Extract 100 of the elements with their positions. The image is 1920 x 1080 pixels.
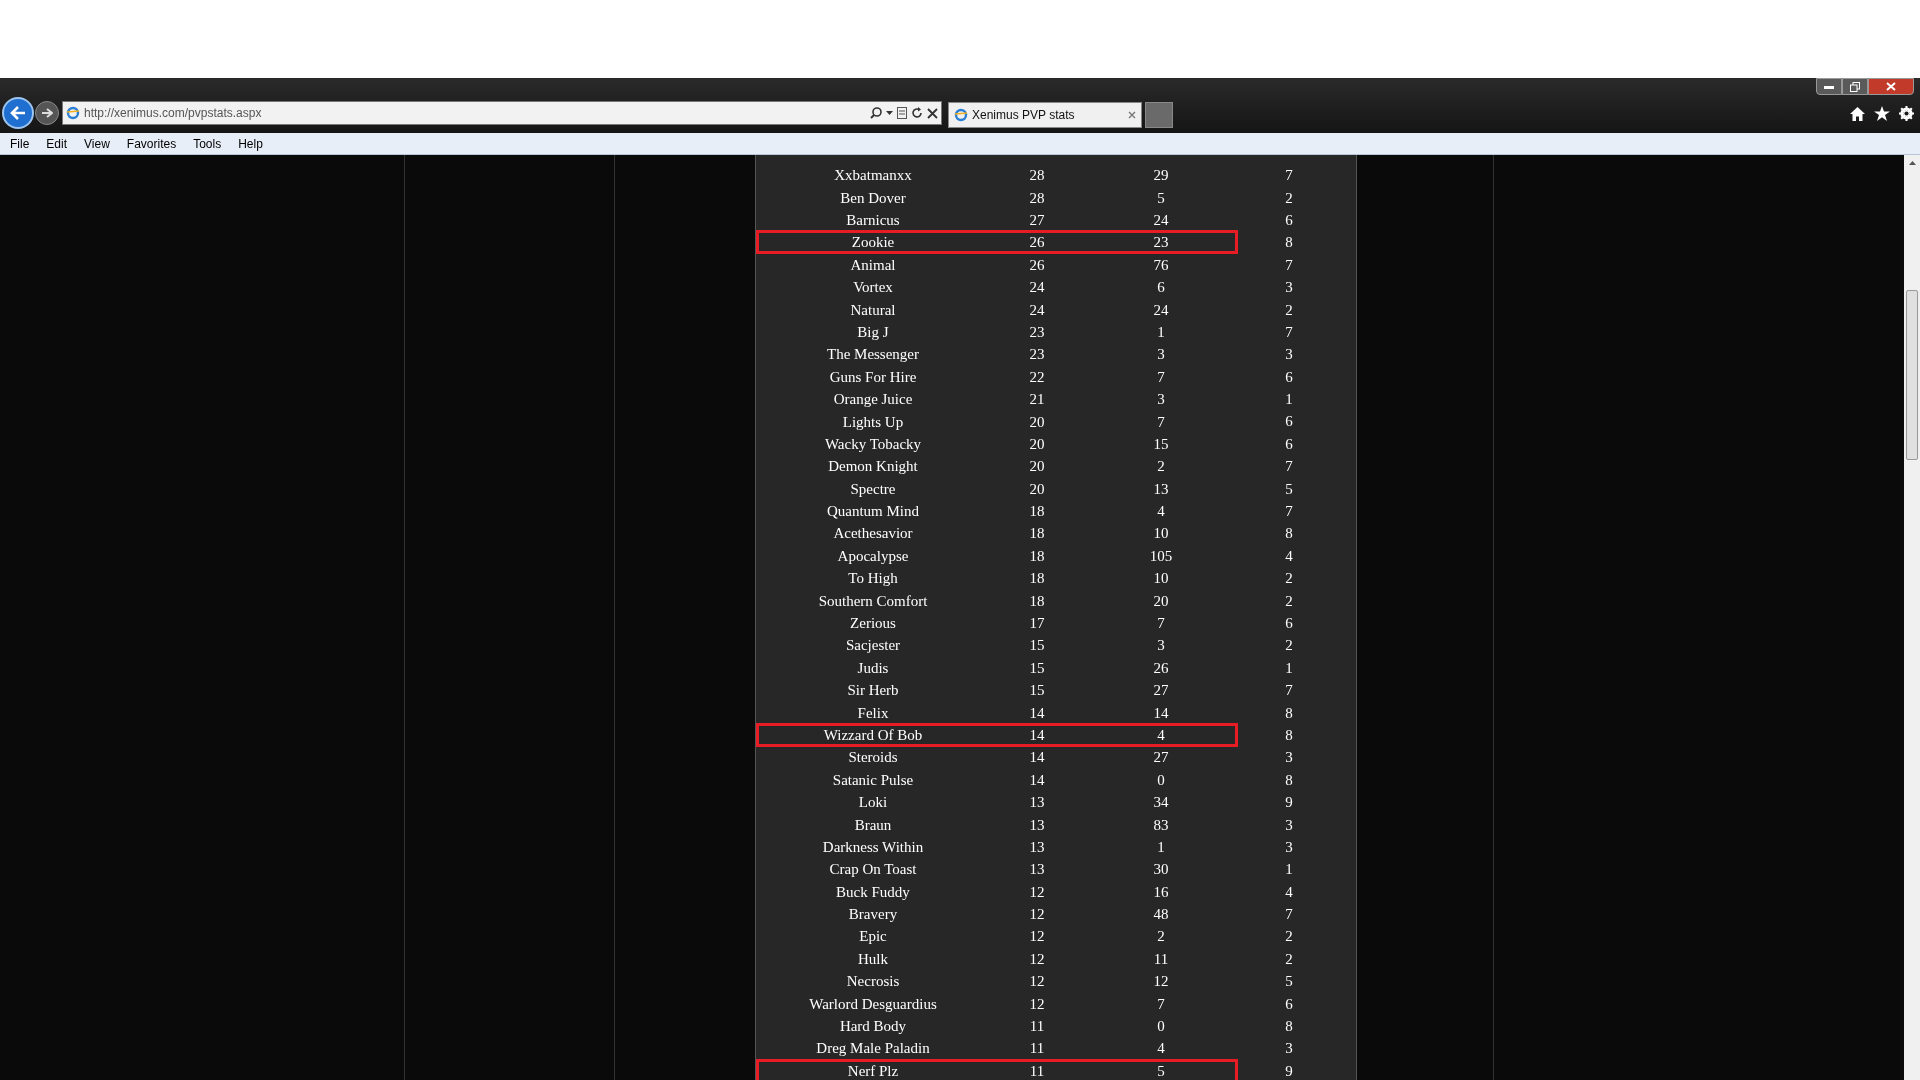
search-icon[interactable] bbox=[870, 107, 882, 119]
stat-value: 2 bbox=[1156, 928, 1166, 945]
home-icon[interactable] bbox=[1850, 106, 1865, 121]
player-name: Quantum Mind bbox=[825, 503, 921, 520]
stat-value: 3 bbox=[1156, 391, 1166, 408]
player-name: Spectre bbox=[849, 480, 897, 497]
stat-value: 28 bbox=[1028, 189, 1046, 206]
stat-value: 6 bbox=[1284, 211, 1294, 228]
menu-item[interactable]: Edit bbox=[46, 134, 68, 153]
stat-value: 14 bbox=[1028, 749, 1046, 766]
stat-value: 5 bbox=[1156, 189, 1166, 206]
player-name: Felix bbox=[856, 704, 890, 721]
player-name: Satanic Pulse bbox=[831, 771, 915, 788]
stat-value: 6 bbox=[1284, 615, 1294, 631]
player-name: Ben Dover bbox=[839, 189, 907, 206]
menu-item[interactable]: Help bbox=[238, 134, 263, 153]
stat-value: 2 bbox=[1284, 637, 1294, 654]
refresh-icon[interactable] bbox=[911, 107, 923, 119]
stat-value: 3 bbox=[1284, 816, 1294, 833]
menu-item[interactable]: Tools bbox=[193, 134, 222, 153]
stat-value: 105 bbox=[1148, 547, 1174, 564]
stat-value: 34 bbox=[1152, 794, 1170, 811]
stat-value: 7 bbox=[1284, 167, 1294, 184]
player-name: Guns For Hire bbox=[828, 368, 918, 385]
restore-icon bbox=[1850, 81, 1860, 92]
scrollbar[interactable] bbox=[1904, 155, 1920, 1080]
stat-value: 15 bbox=[1028, 659, 1046, 676]
stat-value: 12 bbox=[1028, 995, 1046, 1012]
stat-value: 10 bbox=[1152, 570, 1170, 587]
close-window-button[interactable] bbox=[1868, 78, 1914, 95]
browser-tab[interactable]: Xenimus PVP stats bbox=[948, 102, 1142, 128]
minimize-icon bbox=[1824, 84, 1834, 89]
restore-button[interactable] bbox=[1842, 78, 1868, 95]
stat-value: 76 bbox=[1152, 256, 1170, 273]
stat-value: 4 bbox=[1156, 1040, 1166, 1057]
stat-value: 7 bbox=[1284, 323, 1294, 340]
stat-value: 8 bbox=[1284, 704, 1294, 721]
stat-value: 8 bbox=[1284, 1018, 1294, 1035]
stat-value: 0 bbox=[1156, 1018, 1166, 1035]
forward-button[interactable] bbox=[35, 101, 59, 125]
menu-item[interactable]: Favorites bbox=[126, 134, 177, 153]
stat-value: 15 bbox=[1028, 682, 1046, 699]
tab-page-icon bbox=[954, 108, 968, 122]
player-name: Wizzard Of Bob bbox=[822, 726, 924, 743]
menu-item[interactable]: View bbox=[84, 134, 110, 153]
stat-value: 4 bbox=[1284, 883, 1294, 900]
scroll-up-icon[interactable] bbox=[1908, 161, 1916, 165]
tab-title: Xenimus PVP stats bbox=[972, 107, 1075, 124]
stat-value: 12 bbox=[1028, 928, 1046, 945]
compatibility-icon[interactable] bbox=[897, 107, 907, 119]
address-text: http://xenimus.com/pvpstats.aspx bbox=[84, 105, 262, 122]
player-name: Darkness Within bbox=[821, 838, 925, 855]
stat-value: 10 bbox=[1152, 525, 1170, 542]
player-name: Lights Up bbox=[841, 413, 905, 430]
stat-value: 14 bbox=[1028, 726, 1046, 743]
stat-value: 8 bbox=[1284, 726, 1294, 743]
star-icon[interactable] bbox=[1874, 106, 1890, 121]
stat-value: 1 bbox=[1284, 391, 1294, 408]
player-name: Sacjester bbox=[844, 637, 902, 654]
stat-value: 11 bbox=[1028, 1018, 1046, 1035]
tab-close-icon[interactable] bbox=[1128, 111, 1136, 119]
stat-value: 20 bbox=[1152, 592, 1170, 609]
stat-value: 5 bbox=[1284, 480, 1294, 497]
menu-item[interactable]: File bbox=[10, 134, 30, 153]
settings-icon[interactable] bbox=[1899, 106, 1914, 121]
player-name: Buck Fuddy bbox=[835, 883, 911, 900]
player-name: Zookie bbox=[850, 234, 896, 251]
stat-value: 29 bbox=[1152, 167, 1170, 184]
stat-value: 1 bbox=[1156, 838, 1166, 855]
player-name: Xxbatmanxx bbox=[833, 167, 913, 184]
stat-value: 2 bbox=[1284, 950, 1294, 967]
stat-value: 18 bbox=[1028, 547, 1046, 564]
player-name: Acethesavior bbox=[832, 525, 914, 542]
stat-value: 12 bbox=[1152, 973, 1170, 990]
back-button[interactable] bbox=[2, 97, 34, 129]
stat-value: 20 bbox=[1028, 435, 1046, 452]
address-bar[interactable]: http://xenimus.com/pvpstats.aspx bbox=[62, 101, 942, 125]
stat-value: 12 bbox=[1028, 883, 1046, 900]
minimize-button[interactable] bbox=[1816, 78, 1842, 95]
stat-value: 7 bbox=[1284, 458, 1294, 475]
stat-value: 20 bbox=[1028, 458, 1046, 475]
stat-value: 48 bbox=[1152, 906, 1170, 923]
stat-value: 30 bbox=[1152, 861, 1170, 878]
stat-value: 7 bbox=[1284, 503, 1294, 520]
stat-value: 26 bbox=[1028, 256, 1046, 273]
stat-value: 83 bbox=[1152, 816, 1170, 833]
stat-value: 15 bbox=[1028, 637, 1046, 654]
stop-icon[interactable] bbox=[927, 107, 938, 119]
stat-value: 18 bbox=[1028, 570, 1046, 587]
scroll-thumb[interactable] bbox=[1906, 290, 1918, 460]
player-name: Southern Comfort bbox=[817, 592, 929, 609]
stat-value: 3 bbox=[1284, 346, 1294, 363]
page-icon bbox=[66, 106, 80, 120]
stat-value: 22 bbox=[1028, 368, 1046, 385]
player-name: Demon Knight bbox=[827, 458, 919, 475]
stat-value: 1 bbox=[1284, 659, 1294, 676]
dropdown-caret-icon[interactable] bbox=[886, 111, 893, 115]
stat-value: 7 bbox=[1156, 995, 1166, 1012]
stat-value: 9 bbox=[1284, 794, 1294, 811]
player-name: Dreg Male Paladin bbox=[815, 1040, 931, 1057]
